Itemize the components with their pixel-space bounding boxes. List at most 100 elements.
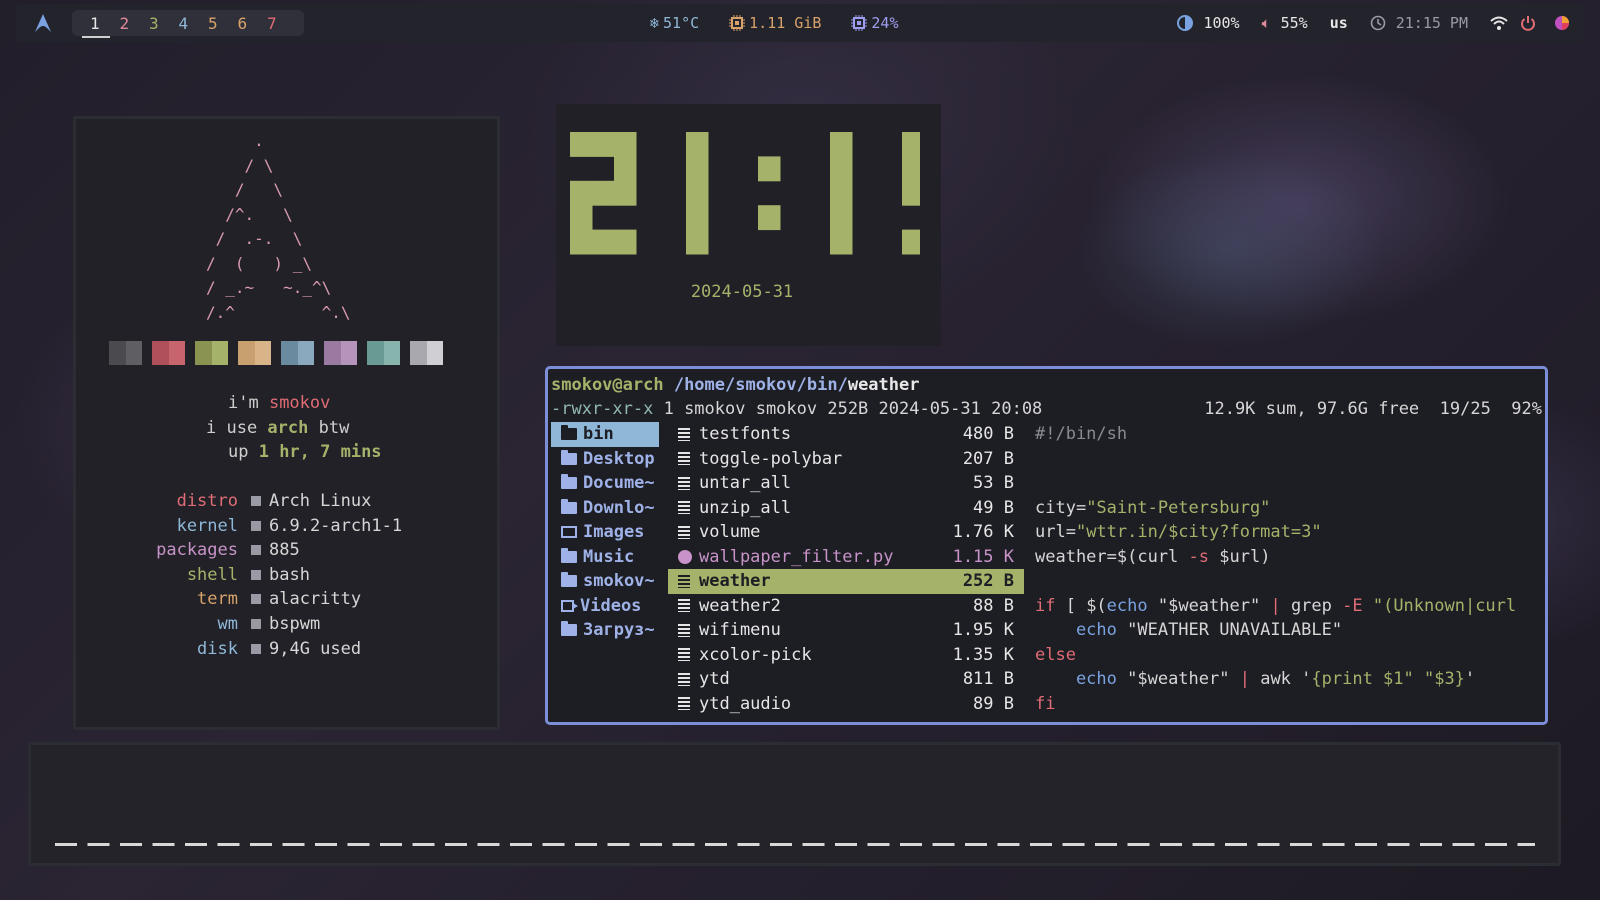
temperature-value: 51°C [663,14,700,32]
file-name-wrap: ytd_audio [678,692,791,717]
file-name: xcolor-pick [699,644,812,665]
file-list-column: testfonts 480 Btoggle-polybar 207 Buntar_a… [668,422,1024,716]
file-size: 207 B [962,448,1014,469]
image-folder-icon [561,526,577,539]
text-file-icon [678,525,690,539]
clock-pixel [614,180,637,206]
arch-logo-icon[interactable] [34,13,52,33]
clock-value: 21:15 PM [1395,14,1468,32]
file-name-wrap: wallpaper_filter.py [678,545,893,570]
info-key: term [197,589,238,610]
volume-module[interactable]: 🔈︎ 55% [1262,14,1308,32]
clock-widget: 2024-05-31 [556,104,941,346]
swatch-half [426,341,443,365]
system-stats: ❄ 51°C 1.11 GiB 24% [650,4,899,42]
preview-line: weather=$(curl -s $url) [1035,546,1271,567]
dir-item[interactable]: Images [551,520,659,545]
brightness-module[interactable]: 100% [1177,14,1240,32]
swatch-half [211,341,228,365]
clock-pixel [686,156,709,182]
info-row-packages: packages 885 [76,538,497,563]
file-item[interactable]: ytd_audio 89 B [668,692,1024,717]
clock-pixel [758,156,781,182]
arch-ascii-logo: . / \ / \ /^. \ / .-. \ / ( ) _\ / _.~ ~… [206,131,351,322]
workspace-7[interactable]: 7 [267,14,297,33]
username: smokov [268,393,331,413]
cpu-module: 24% [851,14,899,32]
file-item[interactable]: weather 252 B [668,569,1024,594]
workspace-4[interactable]: 4 [179,14,209,33]
swatch-half [340,341,357,365]
bullet-square-icon [251,496,261,506]
file-item[interactable]: ytd 811 B [668,667,1024,692]
keyboard-layout[interactable]: us [1330,14,1348,32]
dir-item[interactable]: bin [551,422,659,447]
power-module[interactable] [1520,15,1536,31]
file-size: 53 B [973,473,1014,493]
clock-pixel [686,132,709,157]
info-row-wm: wm bspwm [76,612,497,637]
wifi-module[interactable] [1490,15,1508,31]
workspace-3[interactable]: 3 [149,14,179,33]
workspace-1[interactable]: 1 [82,14,120,38]
dir-item[interactable]: Videos [551,594,659,619]
color-picker-module[interactable] [1554,15,1570,31]
file-item[interactable]: testfonts 480 B [668,422,1024,447]
file-item[interactable]: wallpaper_filter.py 1.15 K [668,545,1024,570]
file-name-wrap: unzip_all [678,496,791,521]
clock-module[interactable]: 21:15 PM [1370,14,1468,32]
audio-visualizer-panel [28,742,1561,866]
info-row-term: term alacritty [76,587,497,612]
dir-item-label: Docume~ [583,473,655,493]
preview-line: if [ $(echo "$weather" | grep -E "(Unkno… [1035,595,1517,616]
file-item[interactable]: toggle-polybar 207 B [668,447,1024,472]
current-path: smokov@arch /home/smokov/bin/weather [551,375,920,395]
dir-item[interactable]: Downlo~ [551,496,659,521]
dir-item[interactable]: Desktop [551,447,659,472]
dir-item-label: Videos [580,595,642,616]
file-name-wrap: weather [678,569,771,594]
workspace-6[interactable]: 6 [238,14,268,33]
workspace-5[interactable]: 5 [208,14,238,33]
volume-value: 55% [1280,14,1308,32]
color-wheel-icon [1555,16,1569,30]
info-key: wm [217,613,238,634]
file-item[interactable]: wifimenu 1.95 K [668,618,1024,643]
swatch-half [254,341,271,365]
visualizer-bars [55,843,1535,846]
file-manager-window[interactable]: smokov@arch /home/smokov/bin/weather -rw… [545,366,1548,725]
file-item[interactable]: unzip_all 49 B [668,496,1024,521]
text-file-icon [678,574,690,588]
bullet-square-icon [251,594,261,605]
dir-item[interactable]: Music [551,545,659,570]
clock-icon [1370,15,1386,31]
file-size: 1.95 K [952,620,1014,640]
dir-item-label: Загруз~ [583,620,655,640]
preview-line: fi [1035,693,1056,714]
bullet-square-icon [251,520,261,531]
clock-pixel [570,205,593,231]
preview-line: url= "wttr.in/$city?format=3" [1035,522,1322,542]
file-item[interactable]: volume 1.76 K [668,520,1024,545]
text-file-icon [678,427,690,441]
file-item[interactable]: xcolor-pick 1.35 K [668,643,1024,668]
memory-module: 1.11 GiB [729,14,821,32]
workspace-2[interactable]: 2 [120,14,150,33]
file-name: wifimenu [699,620,781,640]
swatch-half [297,341,314,365]
top-bar: 1234567 ❄ 51°C 1.11 GiB 24% 100% 🔈︎ 55% … [16,4,1584,42]
file-item[interactable]: untar_all 53 B [668,471,1024,496]
dir-item[interactable]: smokov~ [551,569,659,594]
file-name-wrap: weather2 [678,594,781,619]
info-key: disk [197,638,238,659]
clock-pixel [830,205,853,231]
folder-icon [561,498,577,514]
bullet-square-icon [251,643,261,654]
speaker-icon: 🔈︎ [1261,14,1271,32]
clock-pixel [614,229,637,255]
file-item[interactable]: weather2 88 B [668,594,1024,619]
dir-item[interactable]: Загруз~ [551,618,659,643]
clock-pixel [592,132,615,157]
dir-item[interactable]: Docume~ [551,471,659,496]
clock-pixel [902,156,920,182]
